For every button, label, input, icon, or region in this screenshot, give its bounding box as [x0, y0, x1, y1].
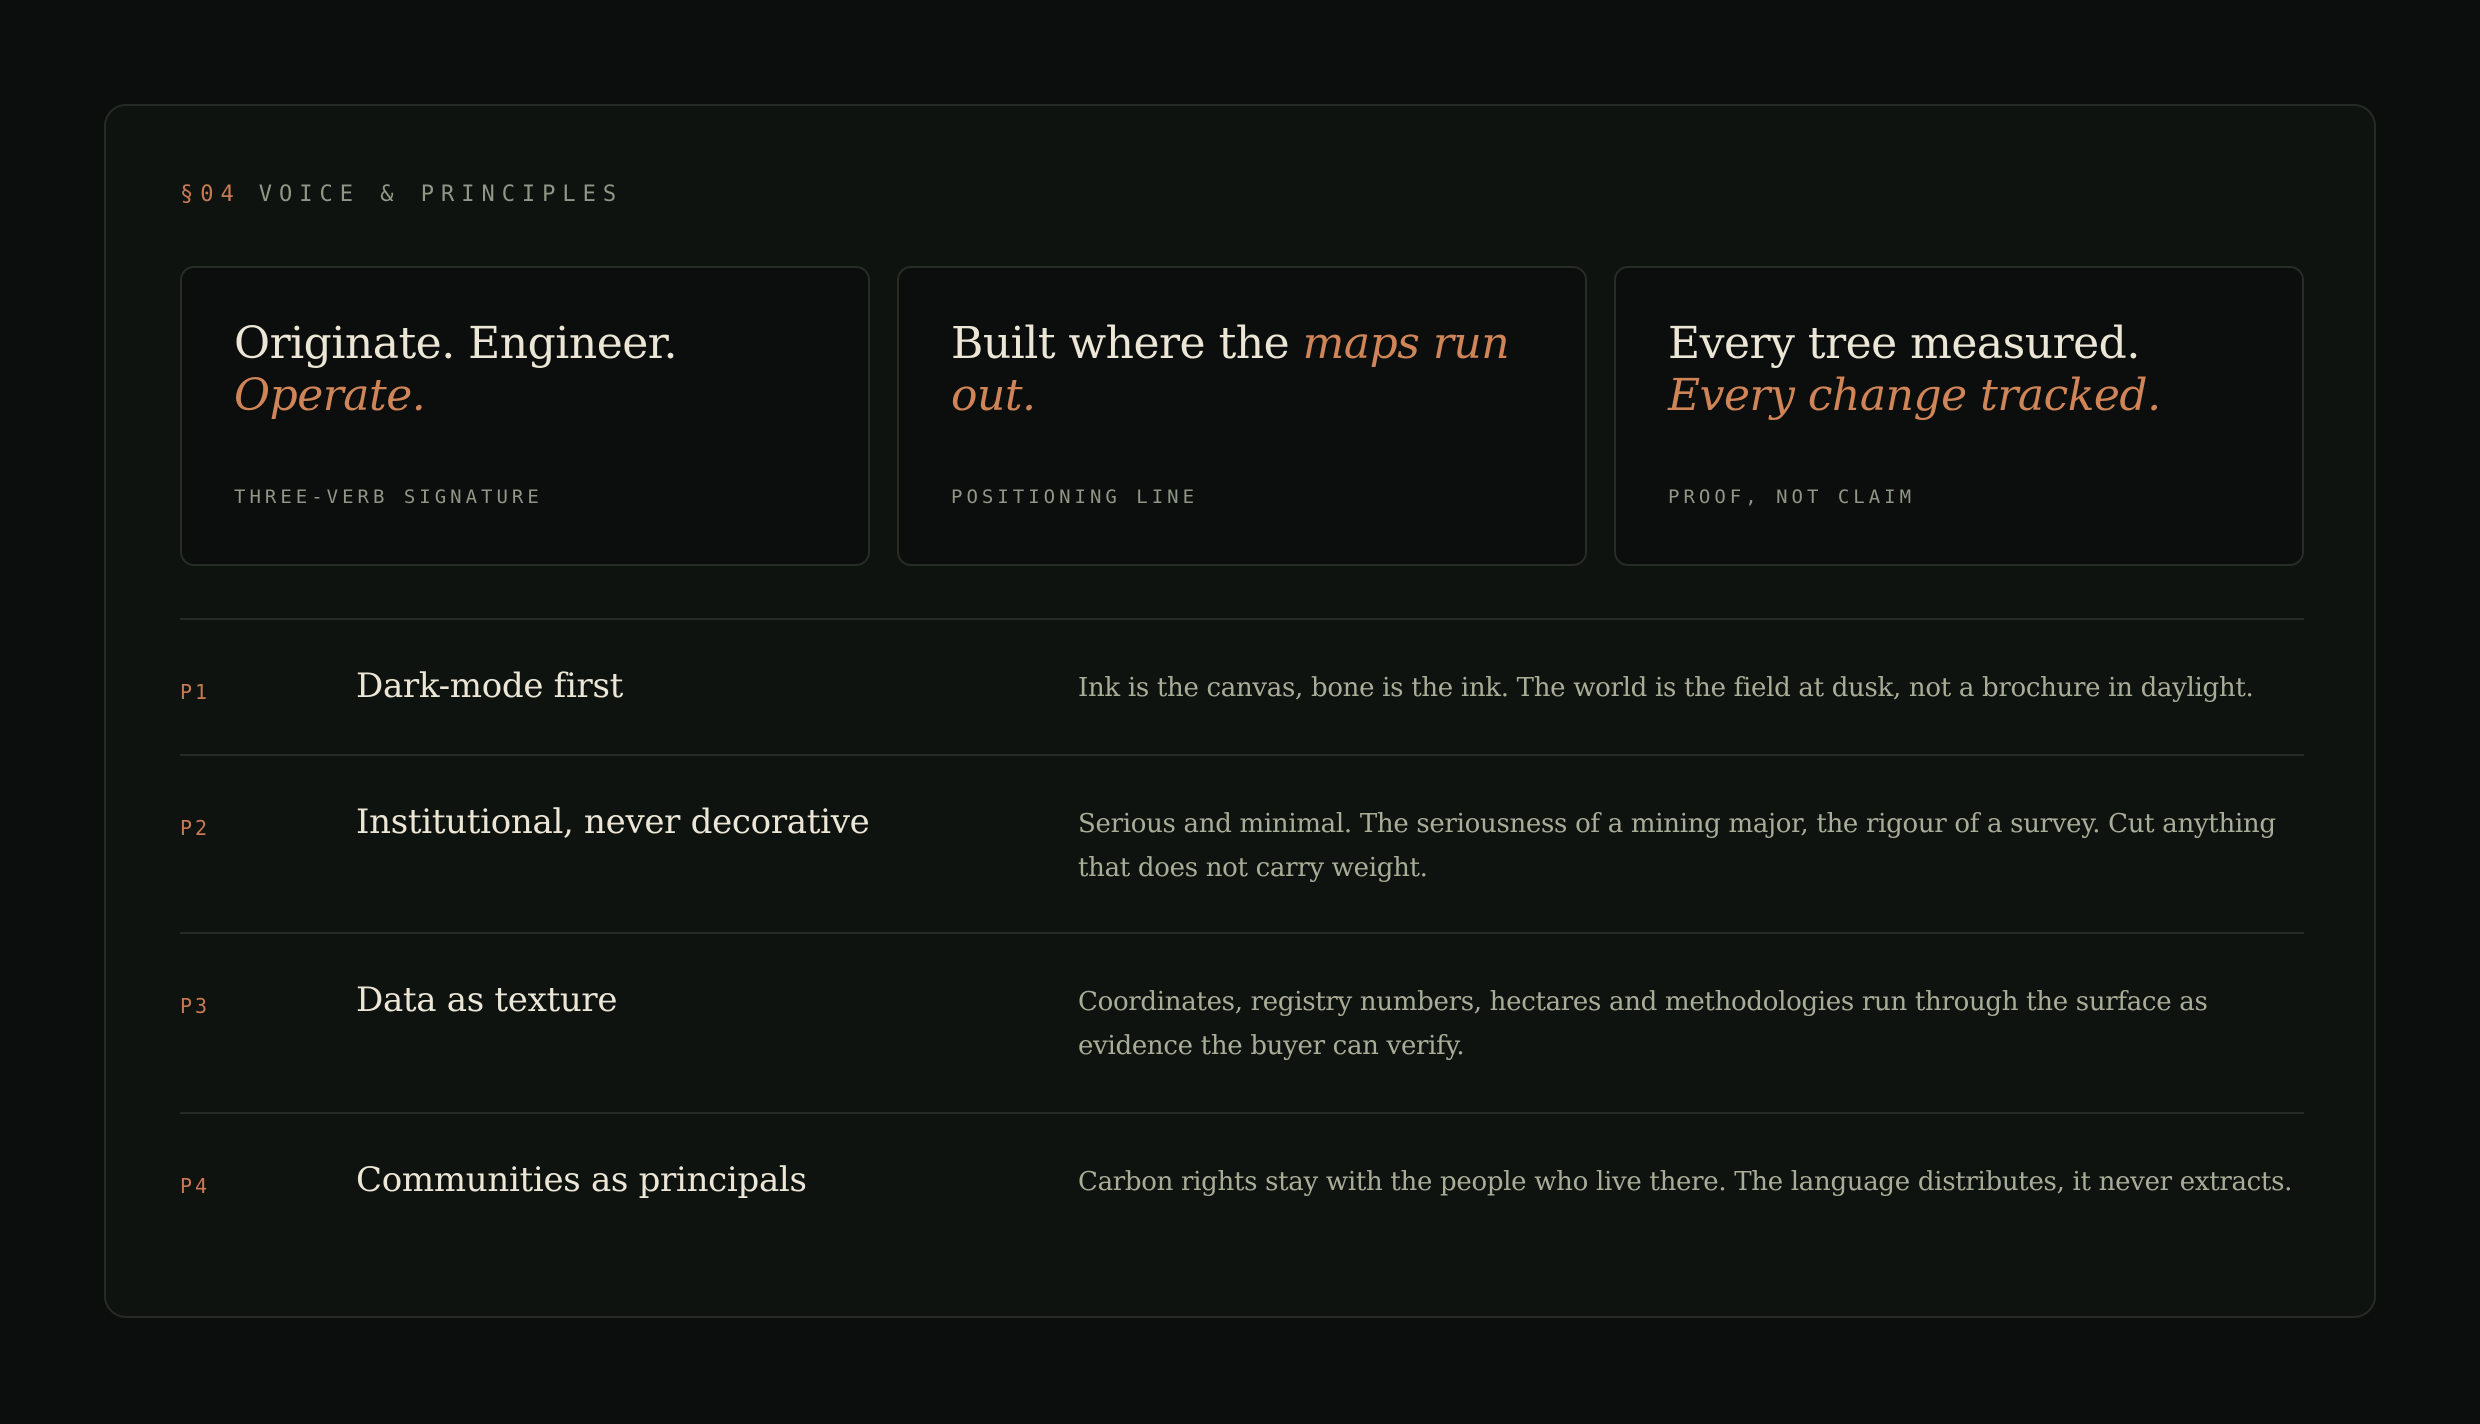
principle-number: P2: [180, 816, 211, 840]
voice-card-signature: Originate. Engineer. Operate. THREE-VERB…: [180, 266, 870, 566]
section-title: VOICE & PRINCIPLES: [258, 182, 624, 207]
principles-panel: §04 VOICE & PRINCIPLES Originate. Enginee…: [104, 104, 2376, 1318]
card-caption: PROOF, NOT CLAIM: [1668, 486, 1916, 508]
principle-description: Serious and minimal. The seriousness of …: [1078, 809, 2276, 883]
voice-card-proof: Every tree measured. Every change tracke…: [1614, 266, 2304, 566]
section-number: §04: [180, 182, 241, 207]
card-headline: Originate. Engineer. Operate.: [234, 318, 818, 422]
principle-title: Data as texture: [356, 980, 618, 1020]
principle-row-p3: P3 Data as texture Coordinates, registry…: [180, 932, 2304, 1112]
headline-plain: Built where the: [951, 318, 1303, 369]
card-headline: Every tree measured. Every change tracke…: [1668, 318, 2252, 422]
card-caption: POSITIONING LINE: [951, 486, 1199, 508]
voice-cards: Originate. Engineer. Operate. THREE-VERB…: [180, 266, 2304, 566]
headline-plain: Every tree measured.: [1668, 318, 2140, 369]
card-headline: Built where the maps run out.: [951, 318, 1535, 422]
principle-description: Ink is the canvas, bone is the ink. The …: [1078, 673, 2254, 703]
principle-number: P3: [180, 994, 211, 1018]
principle-title: Institutional, never decorative: [356, 802, 870, 842]
voice-card-positioning: Built where the maps run out. POSITIONIN…: [897, 266, 1587, 566]
principle-row-p4: P4 Communities as principals Carbon righ…: [180, 1112, 2304, 1252]
headline-accent: Every change tracked.: [1668, 370, 2161, 421]
section-label: §04 VOICE & PRINCIPLES: [180, 182, 623, 207]
headline-accent: Operate.: [234, 370, 426, 421]
principle-description: Carbon rights stay with the people who l…: [1078, 1167, 2293, 1197]
card-caption: THREE-VERB SIGNATURE: [234, 486, 543, 508]
principle-row-p2: P2 Institutional, never decorative Serio…: [180, 754, 2304, 932]
principle-number: P1: [180, 680, 211, 704]
principle-number: P4: [180, 1174, 211, 1198]
principle-description: Coordinates, registry numbers, hectares …: [1078, 987, 2208, 1061]
principle-title: Communities as principals: [356, 1160, 807, 1200]
headline-plain: Originate. Engineer.: [234, 318, 677, 369]
principle-title: Dark-mode first: [356, 666, 624, 706]
principle-row-p1: P1 Dark-mode first Ink is the canvas, bo…: [180, 618, 2304, 754]
